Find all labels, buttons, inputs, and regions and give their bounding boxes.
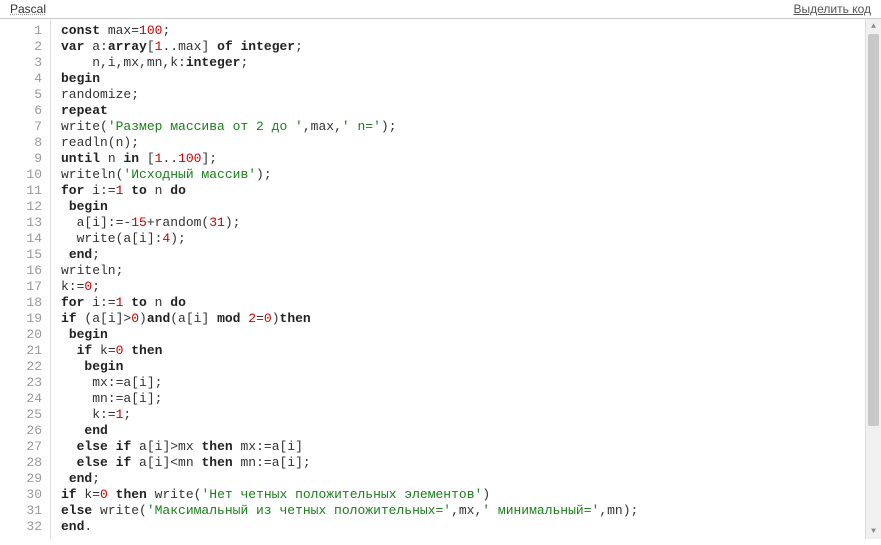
code-line: a[i]:=-15+random(31); [61,215,881,231]
line-number: 3 [0,55,42,71]
code-line: mx:=a[i]; [61,375,881,391]
code-line: writeln; [61,263,881,279]
code-line: write(a[i]:4); [61,231,881,247]
line-number: 20 [0,327,42,343]
code-block: Pascal Выделить код 12345678910111213141… [0,0,881,539]
line-number: 2 [0,39,42,55]
code-line: begin [61,359,881,375]
code-area: 1234567891011121314151617181920212223242… [0,19,881,539]
code-line: writeln('Исходный массив'); [61,167,881,183]
code-line: until n in [1..100]; [61,151,881,167]
scroll-down-button[interactable]: ▼ [866,524,881,539]
line-number: 12 [0,199,42,215]
code-line: end. [61,519,881,535]
line-number: 23 [0,375,42,391]
line-number: 21 [0,343,42,359]
line-number: 22 [0,359,42,375]
code-line: begin [61,327,881,343]
line-number: 18 [0,295,42,311]
code-line: if k=0 then [61,343,881,359]
code-line: else write('Максимальный из четных полож… [61,503,881,519]
line-number: 8 [0,135,42,151]
code-content[interactable]: const max=100;var a:array[1..max] of int… [51,19,881,539]
code-line: begin [61,71,881,87]
code-line: else if a[i]<mn then mn:=a[i]; [61,455,881,471]
line-number: 9 [0,151,42,167]
line-number: 13 [0,215,42,231]
code-line: begin [61,199,881,215]
code-line: for i:=1 to n do [61,183,881,199]
code-line: for i:=1 to n do [61,295,881,311]
code-line: var a:array[1..max] of integer; [61,39,881,55]
line-number: 14 [0,231,42,247]
code-line: if k=0 then write('Нет четных положитель… [61,487,881,503]
code-header: Pascal Выделить код [0,0,881,19]
code-line: end [61,423,881,439]
scrollbar-thumb[interactable] [868,34,879,426]
line-number: 26 [0,423,42,439]
code-line: const max=100; [61,23,881,39]
line-number: 4 [0,71,42,87]
line-number: 7 [0,119,42,135]
line-number: 32 [0,519,42,535]
line-number: 31 [0,503,42,519]
code-line: end; [61,471,881,487]
code-line: k:=1; [61,407,881,423]
line-number: 11 [0,183,42,199]
code-line: if (a[i]>0)and(a[i] mod 2=0)then [61,311,881,327]
line-number: 30 [0,487,42,503]
line-number: 28 [0,455,42,471]
vertical-scrollbar[interactable]: ▲ ▼ [865,19,881,539]
line-number: 19 [0,311,42,327]
line-number: 5 [0,87,42,103]
code-line: n,i,mx,mn,k:integer; [61,55,881,71]
scrollbar-track[interactable] [866,34,881,524]
code-line: mn:=a[i]; [61,391,881,407]
line-number: 24 [0,391,42,407]
code-line: repeat [61,103,881,119]
line-number: 25 [0,407,42,423]
line-number-gutter: 1234567891011121314151617181920212223242… [0,19,51,539]
code-line: else if a[i]>mx then mx:=a[i] [61,439,881,455]
code-line: end; [61,247,881,263]
scroll-up-button[interactable]: ▲ [866,19,881,34]
line-number: 10 [0,167,42,183]
line-number: 16 [0,263,42,279]
line-number: 27 [0,439,42,455]
line-number: 1 [0,23,42,39]
select-code-link[interactable]: Выделить код [794,2,872,16]
code-line: write('Размер массива от 2 до ',max,' n=… [61,119,881,135]
code-line: k:=0; [61,279,881,295]
line-number: 29 [0,471,42,487]
language-label: Pascal [10,2,46,16]
code-line: randomize; [61,87,881,103]
line-number: 17 [0,279,42,295]
code-line: readln(n); [61,135,881,151]
line-number: 15 [0,247,42,263]
line-number: 6 [0,103,42,119]
